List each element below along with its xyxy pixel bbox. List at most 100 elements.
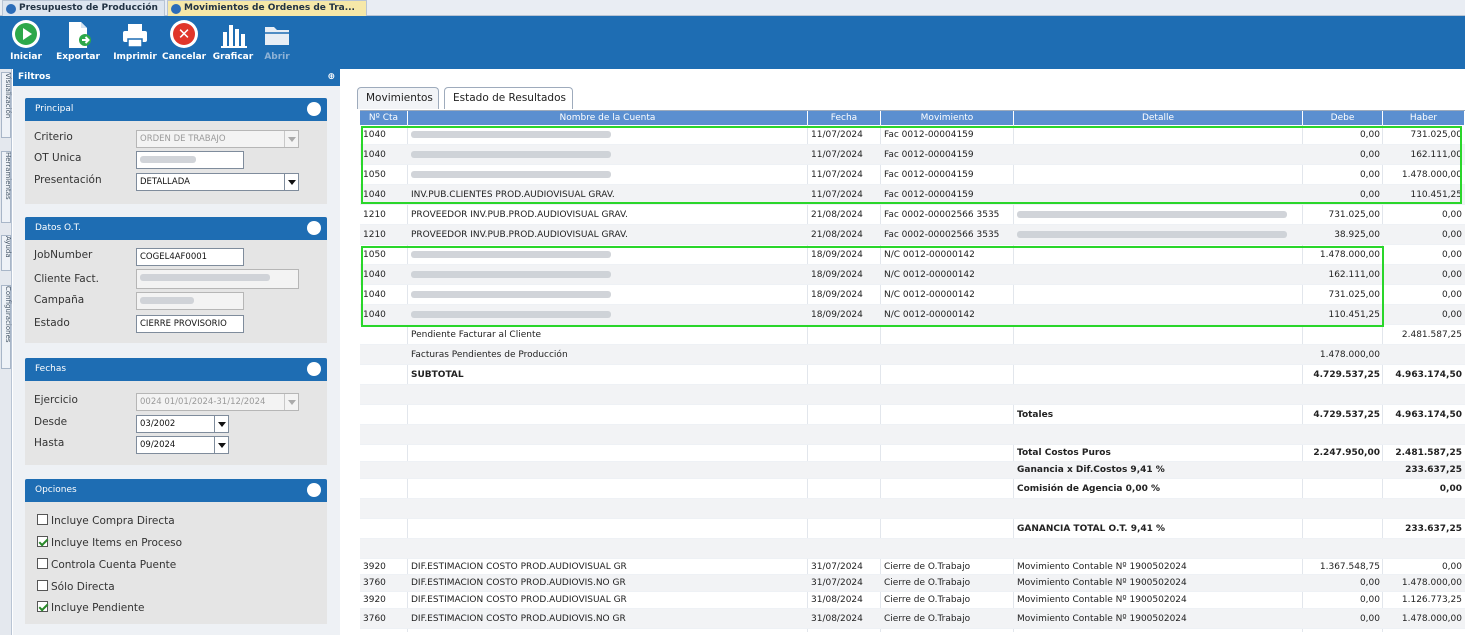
table-row[interactable]: SUBTOTAL 4.729.537,25 4.963.174,50 (360, 365, 1465, 385)
side-tab-configuraciones[interactable]: Configuraciones (1, 285, 12, 369)
column-header[interactable]: Debe (1303, 111, 1383, 125)
table-row[interactable]: 1040 18/09/2024 N/C 0012-00000142 731.025,0… (360, 285, 1465, 305)
cell-detalle: Movimiento Contable Nº 1900502024 (1017, 578, 1187, 588)
table-row[interactable]: 1050 18/09/2024 N/C 0012-00000142 1.478.000… (360, 245, 1465, 265)
cancelar-button[interactable]: ✕ Cancelar (162, 20, 206, 66)
table-row[interactable]: Totales 4.729.537,25 4.963.174,50 (360, 405, 1465, 425)
cell-detalle (1014, 245, 1303, 265)
table-row[interactable]: 1040 11/07/2024 Fac 0012-00004159 0,00 162.1… (360, 145, 1465, 165)
column-header[interactable]: Haber (1383, 111, 1465, 125)
collapse-toggle-icon[interactable] (307, 102, 321, 116)
tab-movimientos[interactable]: Movimientos (357, 87, 439, 109)
checkbox-checked-icon[interactable] (37, 536, 48, 547)
cell-nombre: DIF.ESTIMACION COSTO PROD.AUDIOVIS.NO GR (411, 578, 626, 588)
hasta-select[interactable]: 09/2024 (136, 436, 229, 454)
criterio-select[interactable]: ORDEN DE TRABAJO (136, 130, 299, 148)
collapse-toggle-icon[interactable] (307, 362, 321, 376)
cell-nombre (408, 539, 808, 559)
cell-detalle: Comisión de Agencia 0,00 % (1017, 484, 1160, 494)
cell-cta (360, 425, 408, 445)
ot-unica-field[interactable] (136, 151, 244, 169)
cell-nombre: SUBTOTAL (411, 370, 464, 380)
table-row[interactable]: 1040 18/09/2024 N/C 0012-00000142 162.111,0… (360, 265, 1465, 285)
table-row[interactable]: 3760 DIF.ESTIMACION COSTO PROD.AUDIOVIS.N… (360, 609, 1465, 629)
redacted-value (140, 156, 196, 163)
table-row[interactable]: 3920 DIF.ESTIMACION COSTO PROD.AUDIOVISUA… (360, 559, 1465, 575)
collapse-toggle-icon[interactable] (307, 483, 321, 497)
cell-cta (360, 385, 408, 405)
table-row[interactable]: GANANCIA TOTAL O.T. 9,41 % 233.637,25 (360, 519, 1465, 539)
abrir-button[interactable]: Abrir (262, 20, 292, 66)
cell-detalle (1014, 165, 1303, 185)
option-checkbox-row[interactable]: Controla Cuenta Puente (37, 558, 176, 571)
table-row[interactable]: 1040 18/09/2024 N/C 0012-00000142 110.451,2… (360, 305, 1465, 325)
cell-haber: 0,00 (1441, 562, 1462, 572)
table-row[interactable] (360, 539, 1465, 559)
table-row[interactable] (360, 385, 1465, 405)
option-checkbox-row[interactable]: Incluye Pendiente (37, 601, 144, 614)
cell-cta: 3920 (363, 562, 386, 572)
cell-nombre (408, 165, 808, 185)
side-tab-herramientas[interactable]: Herramientas (1, 151, 12, 223)
option-checkbox-row[interactable]: Incluye Items en Proceso (37, 536, 182, 549)
table-row[interactable]: 1040 11/07/2024 Fac 0012-00004159 0,00 731.0… (360, 125, 1465, 145)
desde-select[interactable]: 03/2002 (136, 415, 229, 433)
exportar-button[interactable]: Exportar (52, 20, 104, 66)
doc-tab-label: Movimientos de Ordenes de Tra... (184, 3, 355, 13)
table-row[interactable]: 1040 INV.PUB.CLIENTES PROD.AUDIOVISUAL GR… (360, 185, 1465, 205)
iniciar-button[interactable]: Iniciar (9, 20, 43, 66)
cell-debe: 162.111,00 (1328, 270, 1380, 280)
table-row[interactable] (360, 499, 1465, 519)
collapse-toggle-icon[interactable] (307, 221, 321, 235)
option-checkbox-row[interactable]: Incluye Compra Directa (37, 514, 175, 527)
checkbox-icon[interactable] (37, 514, 48, 525)
cliente-field[interactable] (136, 269, 299, 289)
imprimir-button[interactable]: Imprimir (112, 20, 158, 66)
group-title: Fechas (35, 364, 67, 374)
cancelar-label: Cancelar (162, 52, 207, 62)
table-row[interactable]: Facturas Pendientes de Producción 1.478.0… (360, 345, 1465, 365)
campana-field[interactable] (136, 292, 244, 310)
estado-field[interactable]: CIERRE PROVISORIO (136, 315, 244, 333)
chevron-down-icon (214, 437, 228, 453)
cell-detalle: Ganancia x Dif.Costos 9,41 % (1017, 465, 1165, 475)
column-header[interactable]: Nombre de la Cuenta (408, 111, 808, 125)
table-row[interactable]: Ganancia x Dif.Costos 9,41 % 233.637,25 (360, 462, 1465, 479)
table-row[interactable]: Pendiente Facturar al Cliente 2.481.587,2… (360, 325, 1465, 345)
table-row[interactable]: 1050 11/07/2024 Fac 0012-00004159 0,00 1.478… (360, 165, 1465, 185)
pin-icon[interactable]: ⊕ (327, 69, 335, 86)
table-row[interactable]: 3920 DIF.ESTIMACION COSTO PROD.AUDIOVISUA… (360, 592, 1465, 609)
checkbox-icon[interactable] (37, 580, 48, 591)
column-header[interactable]: Fecha (808, 111, 881, 125)
side-tab-ayuda[interactable]: Ayuda (1, 235, 12, 271)
cell-fecha (808, 519, 881, 539)
side-tab-label: Visualización (4, 73, 12, 119)
cell-debe: 0,00 (1359, 150, 1380, 160)
cell-nombre (408, 385, 808, 405)
column-header[interactable]: Movimiento (881, 111, 1014, 125)
column-header[interactable]: Nº Cta (360, 111, 408, 125)
ejercicio-select[interactable]: 0024 01/01/2024-31/12/2024 (136, 393, 299, 411)
cell-cta: 1040 (363, 150, 386, 160)
table-row[interactable]: 1210 PROVEEDOR INV.PUB.PROD.AUDIOVISUAL G… (360, 205, 1465, 225)
option-checkbox-row[interactable]: Sólo Directa (37, 580, 115, 593)
graficar-button[interactable]: Graficar (211, 20, 255, 66)
doc-tab-presupuesto[interactable]: Presupuesto de Producción (2, 0, 165, 16)
side-tab-visualizacion[interactable]: Visualización (1, 72, 12, 138)
table-row[interactable]: 1210 PROVEEDOR INV.PUB.PROD.AUDIOVISUAL G… (360, 225, 1465, 245)
table-row[interactable]: Total Costos Puros 2.247.950,00 2.481.587,… (360, 445, 1465, 462)
checkbox-checked-icon[interactable] (37, 601, 48, 612)
table-row[interactable]: Comisión de Agencia 0,00 % 0,00 (360, 479, 1465, 499)
cell-nombre (408, 445, 808, 462)
table-row[interactable] (360, 425, 1465, 445)
column-header[interactable]: Detalle (1014, 111, 1303, 125)
cell-mov: N/C 0012-00000142 (884, 310, 975, 320)
tab-estado-resultados[interactable]: Estado de Resultados (444, 87, 573, 109)
group-title: Opciones (35, 485, 77, 495)
presentacion-select[interactable]: DETALLADA (136, 173, 299, 191)
checkbox-icon[interactable] (37, 558, 48, 569)
doc-tab-movimientos[interactable]: Movimientos de Ordenes de Tra... (167, 0, 367, 16)
cell-cta: 1040 (363, 190, 386, 200)
jobnumber-field[interactable]: COGEL4AF0001 (136, 248, 244, 266)
table-row[interactable]: 3760 DIF.ESTIMACION COSTO PROD.AUDIOVIS.N… (360, 575, 1465, 592)
